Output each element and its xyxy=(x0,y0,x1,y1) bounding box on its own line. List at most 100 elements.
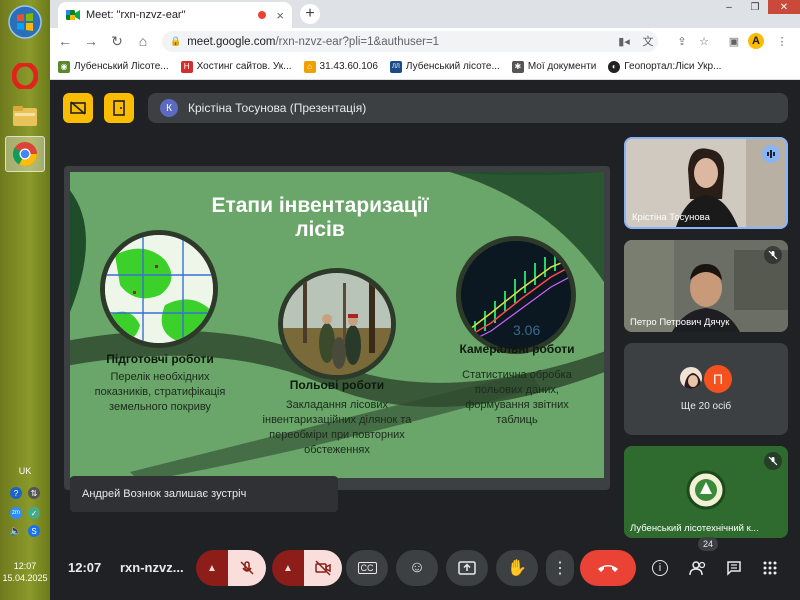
file-explorer-taskbar-button[interactable] xyxy=(5,98,45,134)
present-screen-icon xyxy=(458,561,476,575)
close-window-button[interactable]: ✕ xyxy=(768,0,800,14)
participant-tile[interactable]: Лубенський лісотехнічний к... xyxy=(624,446,788,538)
google-meet-icon xyxy=(66,10,80,20)
reload-button[interactable]: ↻ xyxy=(106,30,128,52)
presenter-banner: К Крістіна Тосунова (Презентація) xyxy=(148,93,788,123)
leave-presentation-button[interactable] xyxy=(104,93,134,123)
bookmark-item[interactable]: ✱ Мої документи xyxy=(511,60,596,73)
system-time: 12:07 xyxy=(13,561,37,571)
emoji-icon: ☺ xyxy=(408,559,426,576)
reactions-button[interactable]: ☺ xyxy=(396,550,438,586)
participant-photo-avatar xyxy=(678,365,704,391)
chart-decor-text: 3.06 xyxy=(513,322,540,338)
raise-hand-button[interactable]: ✋ xyxy=(496,550,538,586)
mic-off-icon xyxy=(764,246,782,264)
presentation-slide: Етапи інвентаризації лісів 3.06 Підготов… xyxy=(70,172,604,478)
close-tab-icon[interactable]: × xyxy=(276,8,284,23)
camera-in-use-icon[interactable]: ▮◂ xyxy=(616,33,632,49)
bookmark-label: 31.43.60.106 xyxy=(319,61,378,72)
bookmarks-bar: ◉ Лубенський Лісоте... H Хостинг сайтов. У… xyxy=(50,54,800,80)
network-icon[interactable]: ⇅ xyxy=(28,487,40,499)
menu-kebab-icon[interactable]: ⋮ xyxy=(774,33,790,49)
bookmark-item[interactable]: ◉ Лубенський Лісоте... xyxy=(58,60,169,73)
chrome-taskbar-button[interactable] xyxy=(5,136,45,172)
side-panel-icon[interactable]: ▣ xyxy=(726,33,742,49)
participant-letter-avatar: П xyxy=(704,365,732,393)
microphone-toggle-button[interactable] xyxy=(228,550,266,586)
participant-tile[interactable]: Петро Петрович Дячук xyxy=(624,240,788,332)
chrome-icon xyxy=(12,142,37,167)
presentation-off-button[interactable] xyxy=(63,93,93,123)
people-icon xyxy=(689,561,706,576)
present-screen-button[interactable] xyxy=(446,550,488,586)
tab-meet[interactable]: Meet: "rxn-nzvz-ear" × xyxy=(58,2,292,28)
bookmark-label: Лубенський лісоте... xyxy=(405,61,500,72)
meeting-code[interactable]: rxn-nzvz... xyxy=(120,560,184,575)
help-icon[interactable]: ? xyxy=(10,487,22,499)
presenter-label: Крістіна Тосунова (Презентація) xyxy=(188,101,367,115)
profile-avatar-icon[interactable]: A xyxy=(748,33,764,49)
school-icon: ЛЛ xyxy=(389,60,402,73)
address-bar[interactable]: 🔒 meet.google.com/rxn-nzvz-ear?pli=1&aut… xyxy=(162,31,658,52)
participant-tile[interactable]: Крістіна Тосунова xyxy=(624,137,788,229)
opera-taskbar-button[interactable] xyxy=(5,58,45,94)
field-work-photo xyxy=(278,268,396,380)
bookmark-item[interactable]: ◐ Геопортал:Ліси Укр... xyxy=(608,60,722,73)
people-button[interactable] xyxy=(688,558,708,578)
bookmark-item[interactable]: ЛЛ Лубенський лісоте... xyxy=(389,60,500,73)
toolbar: ← → ↻ ⌂ 🔒 meet.google.com/rxn-nzvz-ear?p… xyxy=(50,28,800,54)
presenter-avatar: К xyxy=(160,99,178,117)
home-button[interactable]: ⌂ xyxy=(132,30,154,52)
hand-icon: ✋ xyxy=(507,560,527,577)
new-tab-button[interactable]: + xyxy=(300,4,320,24)
system-clock[interactable]: 12:07 15.04.2025 xyxy=(0,560,50,584)
chevron-up-icon: ▲ xyxy=(207,562,217,574)
video-options-button[interactable]: ▲ xyxy=(272,550,304,586)
maximize-button[interactable]: ❐ xyxy=(742,0,768,14)
more-options-button[interactable]: ⋮ xyxy=(546,550,574,586)
folder-icon xyxy=(13,106,37,126)
language-indicator[interactable]: UK xyxy=(0,466,50,476)
audio-options-button[interactable]: ▲ xyxy=(196,550,228,586)
mic-off-icon xyxy=(764,452,782,470)
zoom-tray-icon[interactable]: zm xyxy=(10,507,22,519)
section-text: Статистична обробка польових даних, форм… xyxy=(462,369,572,426)
minimize-button[interactable]: – xyxy=(716,0,742,14)
chat-button[interactable] xyxy=(724,558,744,578)
leave-notification-toast: Андрей Вознюк залишає зустріч xyxy=(70,476,338,512)
translate-icon[interactable]: 文 xyxy=(640,33,656,49)
captions-button[interactable]: CC xyxy=(346,550,388,586)
map-image xyxy=(100,230,218,348)
no-presentation-icon xyxy=(70,101,86,115)
url-path: /rxn-nzvz-ear?pli=1&authuser=1 xyxy=(275,35,440,48)
skype-tray-icon[interactable]: S xyxy=(28,525,40,537)
server-icon: ⌂ xyxy=(303,60,316,73)
chat-icon xyxy=(727,561,741,576)
bookmark-star-icon[interactable]: ☆ xyxy=(696,33,712,49)
forest-seal-icon: ◉ xyxy=(58,60,70,73)
recording-indicator-icon xyxy=(258,11,267,19)
bookmark-item[interactable]: ⌂ 31.43.60.106 xyxy=(303,60,378,73)
section-text: Перелік необхідних показників, стратифік… xyxy=(94,371,226,413)
camera-toggle-button[interactable] xyxy=(304,550,342,586)
share-icon[interactable]: ⇪ xyxy=(674,33,690,49)
participant-name: Крістіна Тосунова xyxy=(632,212,710,223)
forward-button[interactable]: → xyxy=(80,30,102,52)
back-button[interactable]: ← xyxy=(54,30,76,52)
apps-grid-icon xyxy=(763,561,777,575)
url-host: meet.google.com xyxy=(187,35,276,48)
bookmark-label: Хостинг сайтов. Ук... xyxy=(196,61,292,72)
more-participants-tile[interactable]: П Ще 20 осіб xyxy=(624,343,788,435)
bookmark-label: Геопортал:Ліси Укр... xyxy=(624,61,722,72)
meeting-details-button[interactable]: i xyxy=(650,558,670,578)
hang-up-icon xyxy=(598,565,618,572)
geoportal-icon: ◐ xyxy=(608,60,621,73)
more-vert-icon: ⋮ xyxy=(552,560,568,577)
windows-start-button[interactable] xyxy=(5,4,45,40)
security-tray-icon[interactable]: ✓ xyxy=(28,507,40,519)
door-icon xyxy=(113,100,125,116)
leave-call-button[interactable] xyxy=(580,550,636,586)
speaker-icon[interactable]: 🔈 xyxy=(10,525,22,537)
bookmark-item[interactable]: H Хостинг сайтов. Ук... xyxy=(180,60,292,73)
activities-button[interactable] xyxy=(760,558,780,578)
